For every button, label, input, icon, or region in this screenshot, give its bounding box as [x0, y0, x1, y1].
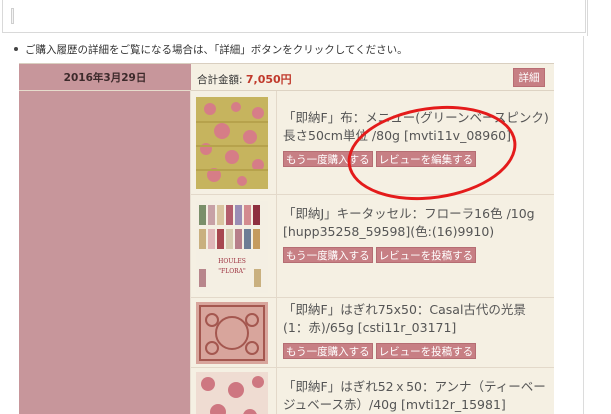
item-thumbnail-cell [191, 368, 277, 414]
post-review-button[interactable]: レビューを投稿する [375, 247, 477, 263]
bullet-icon [14, 47, 18, 51]
item-thumbnail-cell: HOULES "FLORA" [191, 195, 277, 297]
order-item: HOULES "FLORA" 「即納J」キータッセル：フローラ16色 /10g … [191, 195, 554, 298]
total-value: 7,050円 [245, 73, 292, 86]
thumb-caption-2: "FLORA" [218, 268, 246, 275]
item-title[interactable]: 「即納F」はぎれ52ｘ50：アンナ（ティーベージュベース赤）/40g [mvti… [283, 378, 550, 414]
fabric-thumbnail-image[interactable] [196, 302, 268, 364]
order-item: 「即納F」はぎれ52ｘ50：アンナ（ティーベージュベース赤）/40g [mvti… [191, 368, 554, 414]
item-actions: もう一度購入する レビューを投稿する [283, 244, 550, 263]
thumb-caption-1: HOULES [218, 258, 246, 265]
order-date: 2016年3月29日 [63, 72, 147, 84]
fabric-thumbnail-image[interactable] [196, 97, 268, 189]
item-title[interactable]: 「即納F」はぎれ75x50：Casal古代の光景(1：赤)/65g [csti1… [283, 301, 550, 337]
tassel-thumbnail-image[interactable]: HOULES "FLORA" [196, 201, 268, 293]
post-review-button[interactable]: レビューを投稿する [375, 343, 477, 359]
item-details: 「即納F」はぎれ75x50：Casal古代の光景(1：赤)/65g [csti1… [283, 301, 550, 359]
item-thumbnail-cell [191, 91, 277, 194]
fabric-thumbnail-image[interactable] [196, 372, 268, 414]
text-cursor [11, 8, 14, 24]
detail-button[interactable]: 詳細 [513, 68, 545, 87]
order-item: 「即納F」はぎれ75x50：Casal古代の光景(1：赤)/65g [csti1… [191, 298, 554, 368]
date-column [19, 64, 191, 414]
item-details: 「即納F」はぎれ52ｘ50：アンナ（ティーベージュベース赤）/40g [mvti… [283, 378, 550, 414]
item-details: 「即納J」キータッセル：フローラ16色 /10g [hupp35258_5959… [283, 205, 550, 263]
top-input-box[interactable] [2, 0, 586, 33]
item-thumbnail-cell [191, 298, 277, 367]
buy-again-button[interactable]: もう一度購入する [283, 247, 373, 263]
order-total-row: 合計金額: 7,050円 詳細 [191, 64, 554, 91]
order-date-cell: 2016年3月29日 [19, 64, 191, 91]
total-label: 合計金額: [197, 74, 246, 86]
notice-label: ご購入履歴の詳細をご覧になる場合は、「詳細」ボタンをクリックしてください。 [25, 44, 408, 56]
total-amount: 合計金額: 7,050円 [197, 71, 292, 87]
item-title[interactable]: 「即納J」キータッセル：フローラ16色 /10g [hupp35258_5959… [283, 205, 550, 241]
notice-text: ご購入履歴の詳細をご覧になる場合は、「詳細」ボタンをクリックしてください。 [14, 42, 408, 57]
scrollbar[interactable] [588, 0, 611, 414]
top-bar [0, 0, 588, 36]
scroll-divider [583, 36, 584, 414]
item-actions: もう一度購入する レビューを投稿する [283, 340, 550, 359]
buy-again-button[interactable]: もう一度購入する [283, 343, 373, 359]
